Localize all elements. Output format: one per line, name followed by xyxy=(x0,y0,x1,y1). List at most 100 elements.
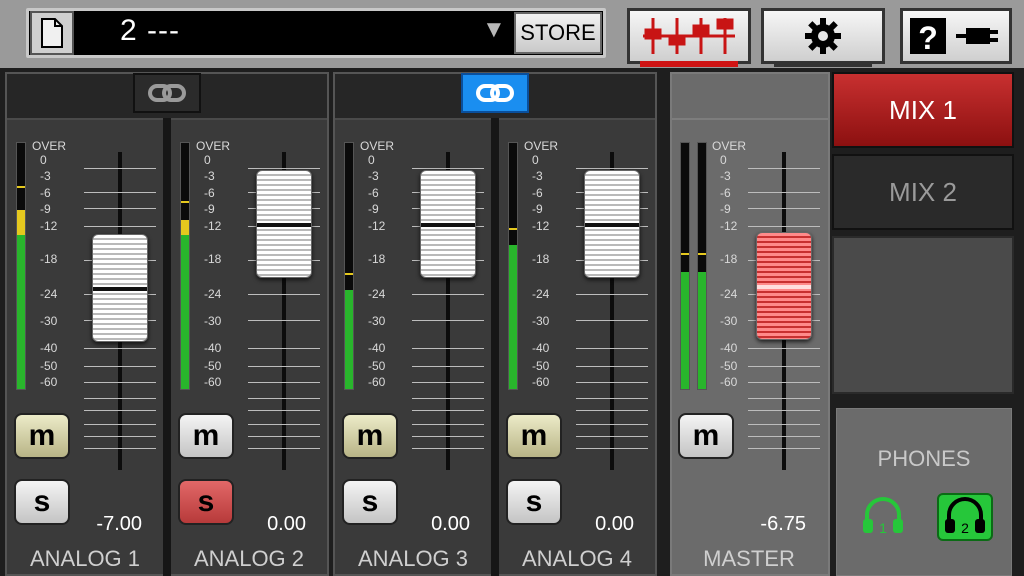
fader-scale-tick xyxy=(248,424,320,425)
meter-scale-label: -50 xyxy=(40,359,58,373)
fader-scale-tick xyxy=(248,448,320,449)
fader-knob[interactable] xyxy=(92,234,148,342)
headphone-2-button[interactable]: 2 xyxy=(937,493,993,541)
fader-scale-tick xyxy=(248,382,320,383)
fader-scale-tick xyxy=(84,424,156,425)
fader-scale-tick xyxy=(748,168,820,169)
meter-scale-label: -40 xyxy=(204,341,222,355)
gain-value: 0.00 xyxy=(595,513,634,535)
meter-scale-label: -40 xyxy=(40,341,58,355)
fader-scale-tick xyxy=(412,320,484,321)
fader-knob[interactable] xyxy=(584,170,640,278)
channel-name: ANALOG 4 xyxy=(521,546,633,571)
meter-green-fill xyxy=(509,245,517,389)
fader-scale-tick xyxy=(248,294,320,295)
mix1-button[interactable]: MIX 1 xyxy=(832,72,1014,148)
mix2-button[interactable]: MIX 2 xyxy=(832,154,1014,230)
master-mute-button[interactable]: m xyxy=(678,413,734,459)
link-toggle-1-2[interactable] xyxy=(133,73,201,113)
meter-scale-label: -24 xyxy=(532,287,550,301)
gain-value: -6.75 xyxy=(760,513,806,535)
fader-scale-tick xyxy=(576,382,648,383)
preset-dropdown-arrow-icon[interactable]: ▼ xyxy=(482,16,506,44)
tab-mixer[interactable] xyxy=(627,8,751,67)
meter-scale-label: -24 xyxy=(40,287,58,301)
meter-scale-label: -18 xyxy=(40,252,58,266)
level-meter xyxy=(680,142,690,390)
fader-scale-tick xyxy=(248,348,320,349)
fader-knob[interactable] xyxy=(420,170,476,278)
tab-help[interactable]: ? xyxy=(900,8,1012,64)
fader-scale-tick xyxy=(84,410,156,411)
meter-scale-label: -9 xyxy=(720,202,731,216)
fader-knob[interactable] xyxy=(256,170,312,278)
fader-scale-tick xyxy=(412,348,484,349)
fader-scale-tick xyxy=(248,168,320,169)
meter-peak-hold xyxy=(17,186,25,189)
level-meter xyxy=(180,142,190,390)
meter-scale-label: -24 xyxy=(720,287,738,301)
fader-scale-tick xyxy=(84,226,156,227)
fader-knob[interactable] xyxy=(756,232,812,340)
meter-peak-hold xyxy=(345,272,353,275)
meter-green-fill xyxy=(345,289,353,389)
fader-scale-tick xyxy=(84,436,156,437)
link-chain-icon xyxy=(476,84,514,102)
meter-peak-hold xyxy=(698,253,706,256)
headphone-1-button[interactable]: 1 xyxy=(855,493,911,541)
fader-scale-tick xyxy=(412,424,484,425)
meter-scale-label: -40 xyxy=(368,341,386,355)
document-icon xyxy=(41,18,63,48)
fader-scale-tick xyxy=(84,382,156,383)
preset-file-button[interactable] xyxy=(30,11,74,55)
meter-scale-label: -9 xyxy=(532,202,543,216)
tab-settings[interactable] xyxy=(761,8,885,67)
meter-scale-label: -50 xyxy=(368,359,386,373)
headphone-2-number: 2 xyxy=(961,520,969,536)
fader-scale-tick xyxy=(576,424,648,425)
fader-scale-tick xyxy=(84,192,156,193)
fader-scale-tick xyxy=(412,398,484,399)
fader-scale-tick xyxy=(248,320,320,321)
meter-scale-label: -12 xyxy=(532,219,550,233)
level-meter xyxy=(508,142,518,390)
meter-scale-label: -6 xyxy=(204,186,215,200)
meter-scale-label: -50 xyxy=(532,359,550,373)
fader-scale-tick xyxy=(248,398,320,399)
link-toggle-3-4[interactable] xyxy=(461,73,529,113)
mute-button[interactable]: m xyxy=(506,413,562,459)
strip-header xyxy=(672,74,828,120)
meter-scale-label: -18 xyxy=(204,252,222,266)
level-meter xyxy=(344,142,354,390)
meter-scale-label: -60 xyxy=(368,375,386,389)
meter-scale-label: -12 xyxy=(720,219,738,233)
meter-scale-label: -30 xyxy=(532,314,550,328)
fader-scale-tick xyxy=(576,410,648,411)
fader-scale-tick xyxy=(412,168,484,169)
meter-peak-hold xyxy=(509,228,517,231)
meter-scale-label: 0 xyxy=(368,153,375,167)
fader-scale-tick xyxy=(84,348,156,349)
meter-scale-label: -6 xyxy=(40,186,51,200)
mute-button[interactable]: m xyxy=(178,413,234,459)
tab-active-indicator xyxy=(640,61,738,67)
fader-knob-center-line xyxy=(585,223,639,227)
fader-scale-tick xyxy=(248,436,320,437)
level-meter xyxy=(16,142,26,390)
meter-scale-label: 0 xyxy=(204,153,211,167)
meter-scale-label: -50 xyxy=(204,359,222,373)
gain-value: -7.00 xyxy=(96,513,142,535)
channel-name: ANALOG 1 xyxy=(29,546,141,571)
meter-scale-label: -60 xyxy=(204,375,222,389)
store-button[interactable]: STORE xyxy=(514,12,602,54)
meter-scale-label: -6 xyxy=(368,186,379,200)
fader-knob-center-line xyxy=(421,223,475,227)
preset-name: 2 --- xyxy=(120,14,180,47)
fader-scale-tick xyxy=(748,382,820,383)
meter-scale-label: -6 xyxy=(532,186,543,200)
mute-button[interactable]: m xyxy=(14,413,70,459)
meter-scale-label: -18 xyxy=(720,252,738,266)
level-meter xyxy=(697,142,707,390)
mute-button[interactable]: m xyxy=(342,413,398,459)
meter-scale-label: -60 xyxy=(532,375,550,389)
